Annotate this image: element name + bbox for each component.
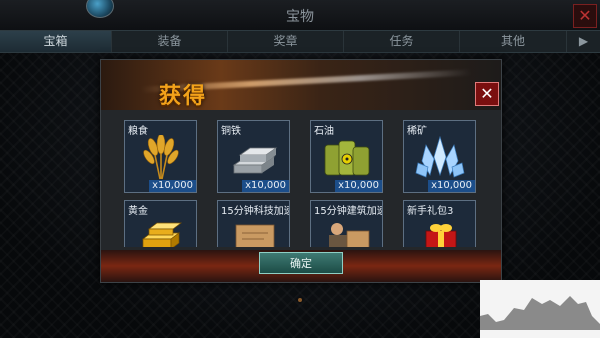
dialog-title: 获得 (159, 84, 208, 109)
item-label: 铜铁 (221, 126, 241, 137)
reward-item[interactable]: 石油 x10,000 (310, 120, 383, 193)
item-label: 稀矿 (407, 126, 427, 137)
reward-item[interactable]: 粮食 x10,000 (124, 120, 197, 193)
reward-item[interactable]: 15分钟建筑加速 (310, 200, 383, 247)
item-label: 黄金 (128, 206, 148, 217)
reward-grid: 粮食 x10,000 铜铁 x10,000 石油 x10,000 稀矿 x10,… (124, 120, 484, 247)
reward-item[interactable]: 铜铁 x10,000 (217, 120, 290, 193)
tab-equipment[interactable]: 装备 (112, 31, 228, 52)
item-label: 15分钟建筑加速 (314, 206, 383, 217)
preview-thumbnail (480, 280, 600, 338)
close-button[interactable]: ✕ (573, 4, 597, 28)
item-label: 石油 (314, 126, 334, 137)
item-quantity: x10,000 (149, 180, 196, 192)
metal-ingots-icon (232, 147, 278, 174)
tab-medals[interactable]: 奖章 (228, 31, 344, 52)
tab-bar: 宝箱 装备 奖章 任务 其他 ▶ (0, 30, 600, 53)
dialog-footer: 确定 (101, 250, 501, 282)
worker-icon (329, 223, 370, 247)
item-quantity: x10,000 (335, 180, 382, 192)
gold-bars-icon (141, 222, 183, 247)
page-title: 宝物 (286, 9, 314, 25)
dialog-close-button[interactable]: ✕ (475, 82, 499, 106)
reward-item[interactable]: 新手礼包3 (403, 200, 476, 247)
reward-item[interactable]: 稀矿 x10,000 (403, 120, 476, 193)
item-label: 15分钟科技加速 (221, 206, 290, 217)
tab-quests[interactable]: 任务 (344, 31, 460, 52)
scroll-icon (235, 224, 275, 247)
crystal-icon (415, 135, 465, 178)
tab-chest[interactable]: 宝箱 (0, 31, 112, 52)
reward-item[interactable]: 15分钟科技加速 (217, 200, 290, 247)
reward-item[interactable]: 黄金 (124, 200, 197, 247)
dialog-header: 获得 ✕ (101, 60, 501, 110)
tab-other[interactable]: 其他 (460, 31, 567, 52)
page-indicator-dot (298, 298, 302, 302)
item-quantity: x10,000 (428, 180, 475, 192)
gift-box-icon (425, 224, 457, 247)
item-label: 粮食 (128, 126, 148, 137)
item-label: 新手礼包3 (407, 206, 454, 217)
confirm-button[interactable]: 确定 (259, 252, 343, 274)
tab-scroll-arrow-icon[interactable]: ▶ (567, 31, 600, 52)
reward-dialog: 获得 ✕ 粮食 x10,000 铜铁 x10,000 石油 x10,000 稀矿… (100, 59, 502, 283)
oil-barrels-icon (324, 140, 370, 176)
wave-graphic (480, 296, 600, 338)
wheat-icon (143, 135, 179, 180)
top-bar: 宝物 ✕ (0, 0, 600, 30)
item-quantity: x10,000 (242, 180, 289, 192)
